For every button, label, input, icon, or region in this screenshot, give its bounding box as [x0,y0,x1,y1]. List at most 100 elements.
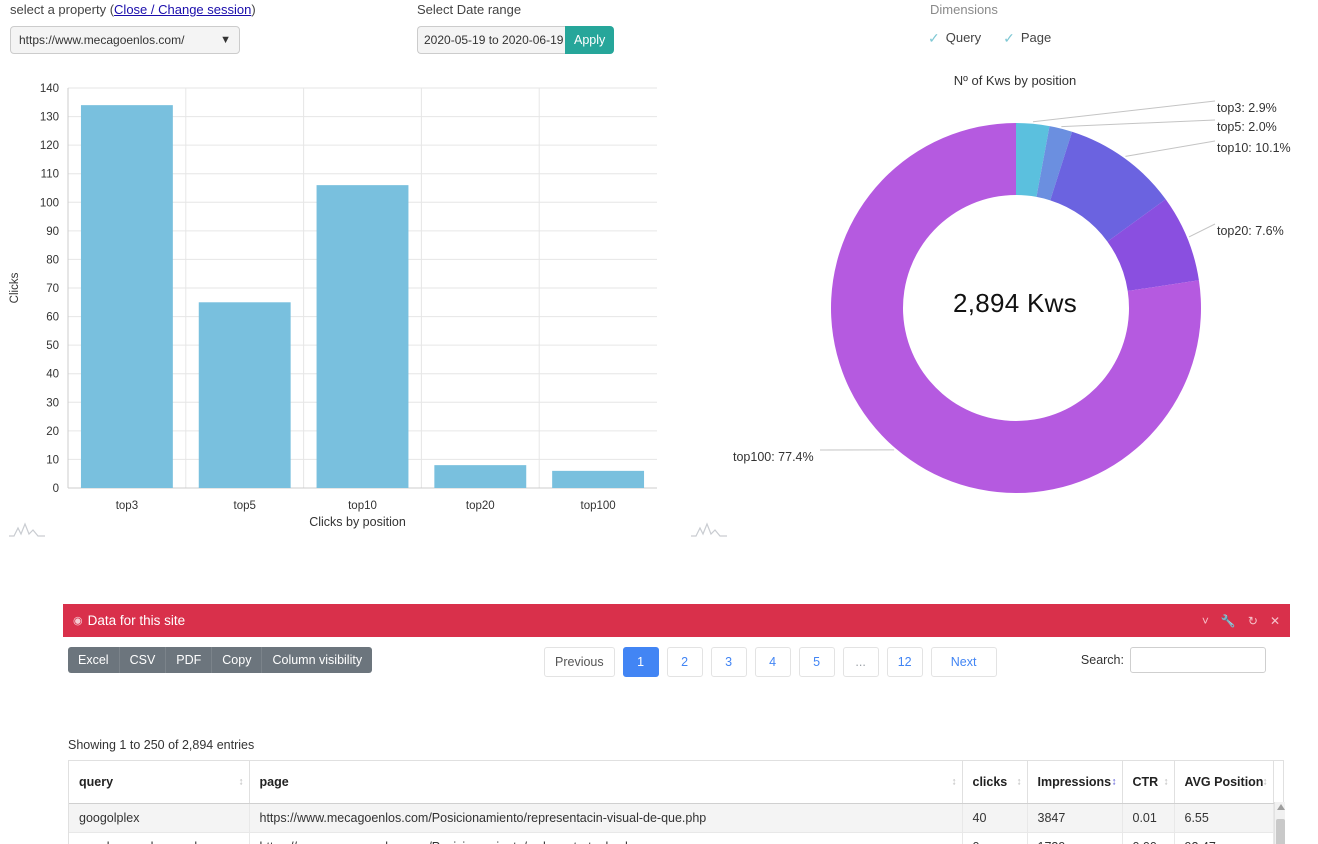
scrollbar-thumb[interactable] [1276,819,1285,844]
pagination-next[interactable]: Next [930,647,997,677]
bar-top5[interactable] [198,302,291,488]
cell-page: https://www.mecagoenlos.com/Posicionamie… [249,832,963,844]
donut-label-top10: top10: 10.1% [1217,141,1291,155]
x-axis-tick-label: top5 [234,500,256,512]
chevron-down-icon: ▼ [220,34,231,46]
column-header-page[interactable]: page ↕ [249,761,963,804]
property-select[interactable]: https://www.mecagoenlos.com/ ▼ [10,26,240,54]
column-label-avg-position: AVG Position [1184,774,1264,789]
wrench-icon[interactable]: 🔧 [1221,615,1236,627]
search-input[interactable] [1130,647,1266,673]
close-icon[interactable]: ✕ [1270,615,1280,627]
table-row[interactable]: googolplex https://www.mecagoenlos.com/Po… [69,803,1274,833]
y-axis-tick-label: 10 [46,454,59,466]
column-header-clicks[interactable]: clicks ↕ [962,761,1028,804]
cell-ctr: 0.01 [1122,803,1175,833]
pagination-page-1[interactable]: 1 [622,647,659,677]
search-box: Search: [1081,647,1266,673]
x-axis-tick-label: top100 [581,500,616,512]
cell-clicks: 0 [962,832,1028,844]
apply-button[interactable]: Apply [565,26,615,54]
clicks-by-position-bar-chart: 0 10 20 30 40 50 60 70 80 90 100 110 120 130 140 top3 to… [9,83,657,512]
sort-icon: ↕ [1163,776,1169,788]
close-change-session-link[interactable]: Close / Change session [114,2,251,17]
refresh-icon[interactable]: ↻ [1248,615,1258,627]
sparkline-decor-icon [691,522,727,537]
sort-icon: ↕ [1016,776,1022,788]
export-excel-button[interactable]: Excel [68,647,120,673]
data-panel-title: Data for this site [87,613,186,628]
date-range-input[interactable]: 2020-05-19 to 2020-06-19 [417,26,565,54]
copy-button[interactable]: Copy [212,647,263,673]
pagination-previous[interactable]: Previous [544,647,615,677]
column-visibility-button[interactable]: Column visibility [262,647,372,673]
dimension-toggle-page[interactable]: ✓ Page [1003,30,1051,45]
pagination-page-3[interactable]: 3 [710,647,747,677]
y-axis-tick-label: 0 [53,483,59,495]
column-label-query: query [79,774,114,789]
x-axis-tick-label: top20 [466,500,495,512]
data-table: query ↕ page ↕ clicks ↕ Impressions ↕ CT… [69,761,1274,844]
donut-leader-line-top5 [1061,119,1216,128]
bar-top3[interactable] [80,105,173,488]
donut-label-top100: top100: 77.4% [733,450,814,464]
export-csv-button[interactable]: CSV [120,647,167,673]
pagination-page-12[interactable]: 12 [886,647,923,677]
donut-label-top20: top20: 7.6% [1217,224,1284,238]
date-range-group: 2020-05-19 to 2020-06-19 Apply [417,26,615,54]
sort-icon: ↕ [238,776,244,788]
scroll-up-arrow-icon[interactable] [1277,804,1285,810]
column-header-avg-position[interactable]: AVG Position ↕ [1174,761,1274,804]
pagination-page-5[interactable]: 5 [798,647,835,677]
data-panel-body: Excel CSV PDF Copy Column visibility Pre… [63,637,1290,844]
column-header-impressions[interactable]: Impressions ↕ [1027,761,1123,804]
column-header-query[interactable]: query ↕ [69,761,250,804]
bar-chart-xlabel: Clicks by position [309,515,406,529]
bar-top100[interactable] [552,470,645,488]
cell-page: https://www.mecagoenlos.com/Posicionamie… [249,803,963,833]
donut-leader-line-top10 [1125,140,1216,157]
dashboard-page: select a property (Close / Change sessio… [0,0,1318,844]
donut-leader-line-top20 [1188,223,1216,238]
y-axis-tick-label: 70 [46,283,59,295]
y-axis-tick-label: 80 [46,254,59,266]
pagination-ellipsis[interactable]: ... [842,647,879,677]
export-pdf-button[interactable]: PDF [166,647,213,673]
globe-icon: ◉ [73,615,83,627]
cell-ctr: 0.00 [1122,832,1175,844]
table-vertical-scrollbar[interactable] [1274,802,1285,844]
y-axis-tick-label: 90 [46,226,59,238]
y-axis-tick-label: 60 [46,312,59,324]
column-header-ctr[interactable]: CTR ↕ [1122,761,1175,804]
table-row[interactable]: google search consolehttps://www.mecagoe… [69,832,1274,844]
y-axis-tick-label: 20 [46,426,59,438]
property-label: select a property (Close / Change sessio… [10,2,256,17]
bar-top10[interactable] [316,185,409,488]
y-axis-tick-label: 100 [40,197,59,209]
cell-query: google search console [69,832,250,844]
x-axis-tick-label: top3 [116,500,138,512]
bar-top20[interactable] [434,465,527,488]
cell-query: googolplex [69,803,250,833]
pagination-page-4[interactable]: 4 [754,647,791,677]
sort-icon: ↕ [951,776,957,788]
donut-label-top5: top5: 2.0% [1217,120,1277,134]
cell-clicks: 40 [962,803,1028,833]
pagination-page-2[interactable]: 2 [666,647,703,677]
sort-icon: ↕ [1262,776,1268,788]
column-label-impressions: Impressions [1037,774,1112,789]
search-label: Search: [1080,653,1124,667]
donut-leader-line-top3 [1032,100,1216,123]
table-header-row: query ↕ page ↕ clicks ↕ Impressions ↕ CT… [69,761,1274,804]
property-label-suffix: ) [251,2,256,17]
chevron-down-icon[interactable]: ˅ [1202,615,1209,627]
export-button-group: Excel CSV PDF Copy Column visibility [68,647,373,673]
dimension-toggle-query[interactable]: ✓ Query [928,30,981,45]
entries-info: Showing 1 to 250 of 2,894 entries [68,738,255,752]
column-label-page: page [259,774,289,789]
sparkline-decor-icon [9,522,45,537]
donut-label-top3: top3: 2.9% [1217,101,1277,115]
check-icon: ✓ [928,29,940,46]
pagination: Previous 1 2 3 4 5 ... 12 Next [544,647,997,677]
y-axis-tick-label: 130 [40,112,59,124]
